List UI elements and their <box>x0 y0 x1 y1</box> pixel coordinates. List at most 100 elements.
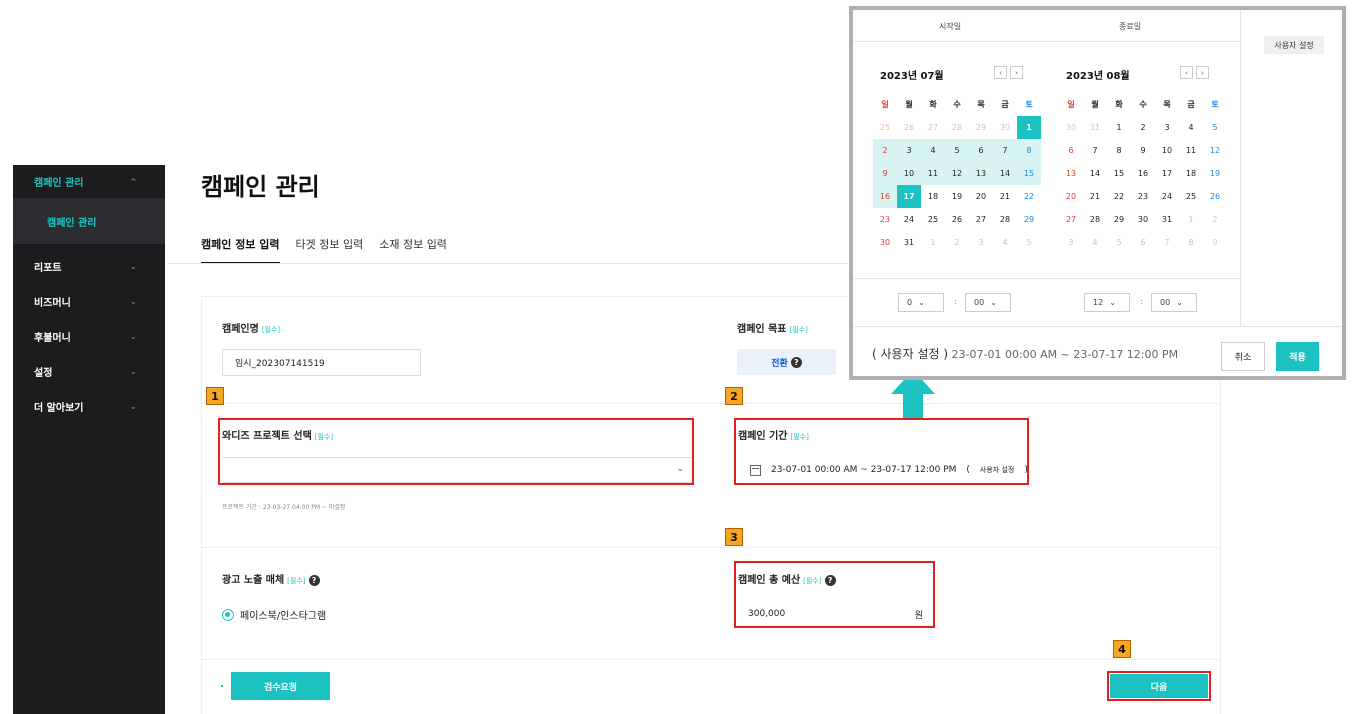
summary-mode: ( 사용자 설정 ) <box>872 347 949 361</box>
calendar-day[interactable]: 4 <box>1179 116 1203 139</box>
sidebar-item-more[interactable]: 더 알아보기 ⌄ <box>13 390 165 422</box>
sidebar-item-settings[interactable]: 설정 ⌄ <box>13 355 165 387</box>
calendar-day[interactable]: 17 <box>897 185 921 208</box>
calendar-day[interactable]: 19 <box>945 185 969 208</box>
calendar-day[interactable]: 12 <box>1203 139 1227 162</box>
calendar-day[interactable]: 18 <box>921 185 945 208</box>
calendar-day[interactable]: 22 <box>1017 185 1041 208</box>
calendar-day[interactable]: 14 <box>993 162 1017 185</box>
calendar-day[interactable]: 6 <box>969 139 993 162</box>
calendar-day[interactable]: 23 <box>873 208 897 231</box>
calendar-day[interactable]: 12 <box>945 162 969 185</box>
calendar-day[interactable]: 20 <box>1059 185 1083 208</box>
calendar-day[interactable]: 28 <box>993 208 1017 231</box>
calendar-day[interactable]: 4 <box>921 139 945 162</box>
calendar-day[interactable]: 25 <box>921 208 945 231</box>
campaign-goal-button[interactable]: 전환? <box>737 349 836 375</box>
weekday-header: 금 <box>1001 100 1009 109</box>
tab-campaign-info[interactable]: 캠페인 정보 입력 <box>201 236 280 264</box>
calendar-day[interactable]: 24 <box>1155 185 1179 208</box>
media-radio-facebook[interactable]: 페이스북/인스타그램 <box>222 607 326 622</box>
calendar-day[interactable]: 5 <box>1203 116 1227 139</box>
calendar-day[interactable]: 11 <box>1179 139 1203 162</box>
help-icon[interactable]: ? <box>308 574 320 586</box>
calendar-day[interactable]: 30 <box>873 231 897 254</box>
tab-target-info[interactable]: 타겟 정보 입력 <box>296 236 364 264</box>
calendar-day[interactable]: 2 <box>1131 116 1155 139</box>
calendar-day[interactable]: 11 <box>921 162 945 185</box>
calendar-day[interactable]: 9 <box>873 162 897 185</box>
calendar-day[interactable]: 18 <box>1179 162 1203 185</box>
calendar-day[interactable]: 17 <box>1155 162 1179 185</box>
calendar-day[interactable]: 3 <box>1155 116 1179 139</box>
prev-month-button[interactable]: ‹ <box>1180 66 1193 79</box>
sidebar-item-campaign[interactable]: 캠페인 관리 ^ <box>13 165 165 197</box>
calendar-day[interactable]: 26 <box>945 208 969 231</box>
end-hour-select[interactable]: 12 ⌄ <box>1084 293 1130 312</box>
calendar-day[interactable]: 10 <box>897 162 921 185</box>
next-month-button[interactable]: › <box>1196 66 1209 79</box>
calendar-day[interactable]: 27 <box>1059 208 1083 231</box>
calendar-day[interactable]: 29 <box>1017 208 1041 231</box>
calendar-day[interactable]: 13 <box>969 162 993 185</box>
preset-custom[interactable]: 사용자 설정 <box>1264 36 1324 54</box>
end-date-label: 종료일 <box>1119 22 1142 31</box>
calendar-day[interactable]: 1 <box>1107 116 1131 139</box>
calendar-day[interactable]: 19 <box>1203 162 1227 185</box>
calendar-day[interactable]: 1 <box>1017 116 1041 139</box>
calendar-day[interactable]: 9 <box>1131 139 1155 162</box>
cancel-button[interactable]: 취소 <box>1221 342 1265 371</box>
calendar-day[interactable]: 31 <box>897 231 921 254</box>
calendar-day[interactable]: 21 <box>1083 185 1107 208</box>
calendar-day[interactable]: 14 <box>1083 162 1107 185</box>
campaign-name-label: 캠페인명 [필수] <box>222 320 280 335</box>
apply-button[interactable]: 적용 <box>1276 342 1319 371</box>
calendar-day[interactable]: 5 <box>945 139 969 162</box>
next-month-button[interactable]: › <box>1010 66 1023 79</box>
sidebar-item-postpaid[interactable]: 후불머니 ⌄ <box>13 320 165 352</box>
calendar-day[interactable]: 8 <box>1107 139 1131 162</box>
sidebar-item-bizmoney[interactable]: 비즈머니 ⌄ <box>13 285 165 317</box>
calendar-day[interactable]: 7 <box>1083 139 1107 162</box>
annotation-tag-1: 1 <box>206 387 224 405</box>
annotation-box-2 <box>734 418 1029 485</box>
calendar-day[interactable]: 2 <box>873 139 897 162</box>
start-minute-select[interactable]: 00 ⌄ <box>965 293 1011 312</box>
calendar-day[interactable]: 25 <box>1179 185 1203 208</box>
weekday-header: 토 <box>1025 100 1033 109</box>
campaign-name-input[interactable]: 임시_202307141519 <box>222 349 421 376</box>
sidebar-subitem-campaign[interactable]: 캠페인 관리 <box>13 198 165 244</box>
end-minute-select[interactable]: 00 ⌄ <box>1151 293 1197 312</box>
calendar-day[interactable]: 7 <box>993 139 1017 162</box>
calendar-day[interactable]: 21 <box>993 185 1017 208</box>
calendar-day[interactable]: 16 <box>1131 162 1155 185</box>
calendar-day[interactable]: 27 <box>969 208 993 231</box>
calendar-day[interactable]: 15 <box>1017 162 1041 185</box>
calendar-day[interactable]: 28 <box>1083 208 1107 231</box>
calendar-day[interactable]: 10 <box>1155 139 1179 162</box>
sidebar-item-label: 캠페인 관리 <box>34 177 84 189</box>
calendar-day[interactable]: 24 <box>897 208 921 231</box>
calendar-day[interactable]: 6 <box>1059 139 1083 162</box>
calendar-day[interactable]: 29 <box>1107 208 1131 231</box>
calendar-day[interactable]: 8 <box>1017 139 1041 162</box>
calendar-day[interactable]: 31 <box>1155 208 1179 231</box>
calendar-day[interactable]: 3 <box>897 139 921 162</box>
calendar-day[interactable]: 23 <box>1131 185 1155 208</box>
calendar-day[interactable]: 15 <box>1107 162 1131 185</box>
calendar-day[interactable]: 16 <box>873 185 897 208</box>
media-label: 광고 노출 매체 [필수]? <box>222 571 320 586</box>
select-value: 00 <box>1160 298 1171 307</box>
help-icon[interactable]: ? <box>790 356 802 368</box>
calendar-day[interactable]: 13 <box>1059 162 1083 185</box>
calendar-day[interactable]: 30 <box>1131 208 1155 231</box>
sidebar-item-report[interactable]: 리포트 ⌄ <box>13 250 165 282</box>
review-request-button[interactable]: 검수요청 <box>231 672 330 700</box>
start-hour-select[interactable]: 0 ⌄ <box>898 293 944 312</box>
calendar-day[interactable]: 20 <box>969 185 993 208</box>
chevron-down-icon: ⌄ <box>990 298 997 307</box>
calendar-day[interactable]: 26 <box>1203 185 1227 208</box>
prev-month-button[interactable]: ‹ <box>994 66 1007 79</box>
calendar-day[interactable]: 22 <box>1107 185 1131 208</box>
tab-creative-info[interactable]: 소재 정보 입력 <box>379 236 447 264</box>
